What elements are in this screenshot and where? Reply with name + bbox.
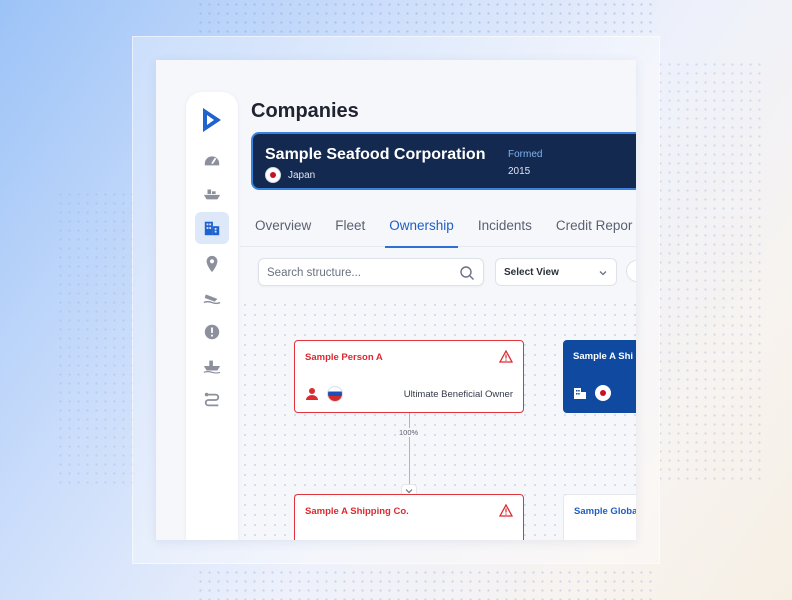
ownership-edge bbox=[409, 412, 410, 492]
sidebar-item-incidents[interactable] bbox=[195, 282, 229, 314]
node-shipping-company[interactable]: Sample A Shipping Co. bbox=[294, 494, 524, 540]
sidebar-item-companies[interactable] bbox=[195, 212, 229, 244]
sidebar-item-fleet[interactable] bbox=[195, 178, 229, 210]
toolbar-toggle[interactable] bbox=[626, 260, 636, 282]
sidebar-item-vessels[interactable] bbox=[195, 350, 229, 382]
tab-fleet[interactable]: Fleet bbox=[335, 218, 365, 248]
node-title: Sample Globa bbox=[574, 506, 636, 517]
company-name: Sample Seafood Corporation bbox=[265, 146, 486, 163]
sidebar-item-dashboard[interactable] bbox=[195, 144, 229, 176]
node-role: Ultimate Beneficial Owner bbox=[403, 389, 513, 400]
building-icon bbox=[204, 221, 220, 236]
select-view-dropdown[interactable]: Select View bbox=[495, 258, 617, 286]
node-person[interactable]: Sample Person A Ultimate Beneficial Owne… bbox=[294, 340, 524, 413]
node-title: Sample A Shipping Co. bbox=[305, 506, 409, 517]
cargo-ship-icon bbox=[203, 360, 221, 374]
node-global-company[interactable]: Sample Globa bbox=[563, 494, 636, 540]
person-icon bbox=[306, 388, 318, 400]
sidebar-item-locations[interactable] bbox=[195, 248, 229, 280]
warning-icon bbox=[499, 350, 513, 363]
tab-credit-report[interactable]: Credit Repor bbox=[556, 218, 633, 248]
alert-octagon-icon bbox=[204, 324, 220, 340]
search-box bbox=[258, 258, 484, 286]
search-icon[interactable] bbox=[459, 265, 475, 281]
tab-overview[interactable]: Overview bbox=[255, 218, 311, 248]
select-view-label: Select View bbox=[504, 267, 559, 278]
sidebar bbox=[186, 92, 238, 540]
sidebar-item-routes[interactable] bbox=[195, 384, 229, 416]
page-title: Companies bbox=[251, 100, 359, 122]
tab-bar: Overview Fleet Ownership Incidents Credi… bbox=[255, 218, 636, 248]
edge-percentage: 100% bbox=[397, 428, 421, 437]
japan-flag-icon bbox=[265, 167, 281, 183]
tab-incidents[interactable]: Incidents bbox=[478, 218, 532, 248]
node-title: Sample A Shi bbox=[573, 351, 634, 362]
sidebar-item-alerts[interactable] bbox=[195, 316, 229, 348]
company-country: Japan bbox=[288, 170, 316, 181]
logo-icon bbox=[203, 108, 221, 132]
ship-icon bbox=[203, 189, 221, 200]
node-title: Sample Person A bbox=[305, 352, 383, 363]
company-banner: Sample Seafood Corporation Japan Formed … bbox=[251, 132, 636, 190]
chevron-down-icon bbox=[599, 271, 607, 276]
search-input[interactable] bbox=[267, 264, 457, 282]
warning-icon bbox=[499, 504, 513, 517]
formed-value: 2015 bbox=[508, 166, 531, 177]
japan-flag-icon bbox=[595, 385, 611, 401]
map-pin-icon bbox=[206, 255, 218, 273]
speedometer-icon bbox=[204, 156, 220, 166]
russia-flag-icon bbox=[327, 386, 343, 402]
node-ship-company[interactable]: Sample A Shi bbox=[563, 340, 636, 413]
route-icon bbox=[204, 392, 220, 407]
building-icon bbox=[574, 388, 586, 399]
tab-ownership[interactable]: Ownership bbox=[385, 218, 458, 248]
app-window: Companies Sample Seafood Corporation Jap… bbox=[156, 60, 636, 540]
sinking-ship-icon bbox=[203, 294, 221, 305]
formed-label: Formed bbox=[508, 149, 543, 160]
